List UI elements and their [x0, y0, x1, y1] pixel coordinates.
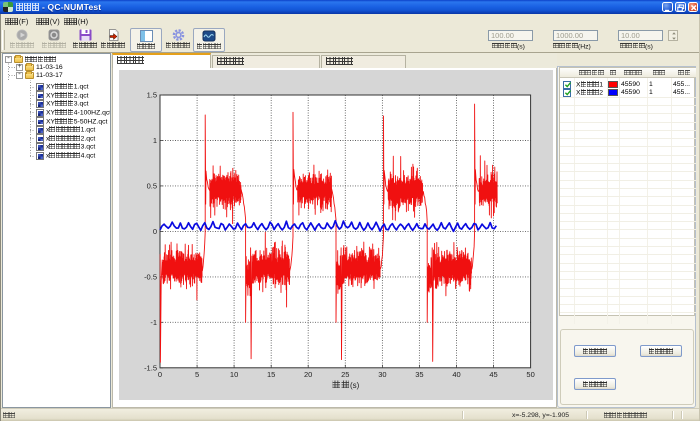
svg-text:40: 40	[452, 370, 460, 379]
svg-text:5: 5	[195, 370, 199, 379]
svg-text:45: 45	[489, 370, 497, 379]
svg-text:-1.5: -1.5	[144, 363, 157, 372]
svg-text:-1: -1	[150, 317, 157, 326]
svg-text:0: 0	[158, 370, 162, 379]
svg-text:50: 50	[526, 370, 534, 379]
svg-text:30: 30	[378, 370, 386, 379]
svg-text:15: 15	[267, 370, 275, 379]
svg-text:10: 10	[230, 370, 238, 379]
svg-text:25: 25	[341, 370, 349, 379]
svg-text:20: 20	[304, 370, 312, 379]
svg-text:-0.5: -0.5	[144, 272, 157, 281]
svg-text:0: 0	[153, 226, 157, 235]
svg-text:(s): (s)	[350, 381, 360, 390]
svg-text:1: 1	[153, 136, 157, 145]
svg-text:35: 35	[415, 370, 423, 379]
svg-text:0.5: 0.5	[147, 181, 157, 190]
svg-text:1.5: 1.5	[147, 90, 157, 99]
